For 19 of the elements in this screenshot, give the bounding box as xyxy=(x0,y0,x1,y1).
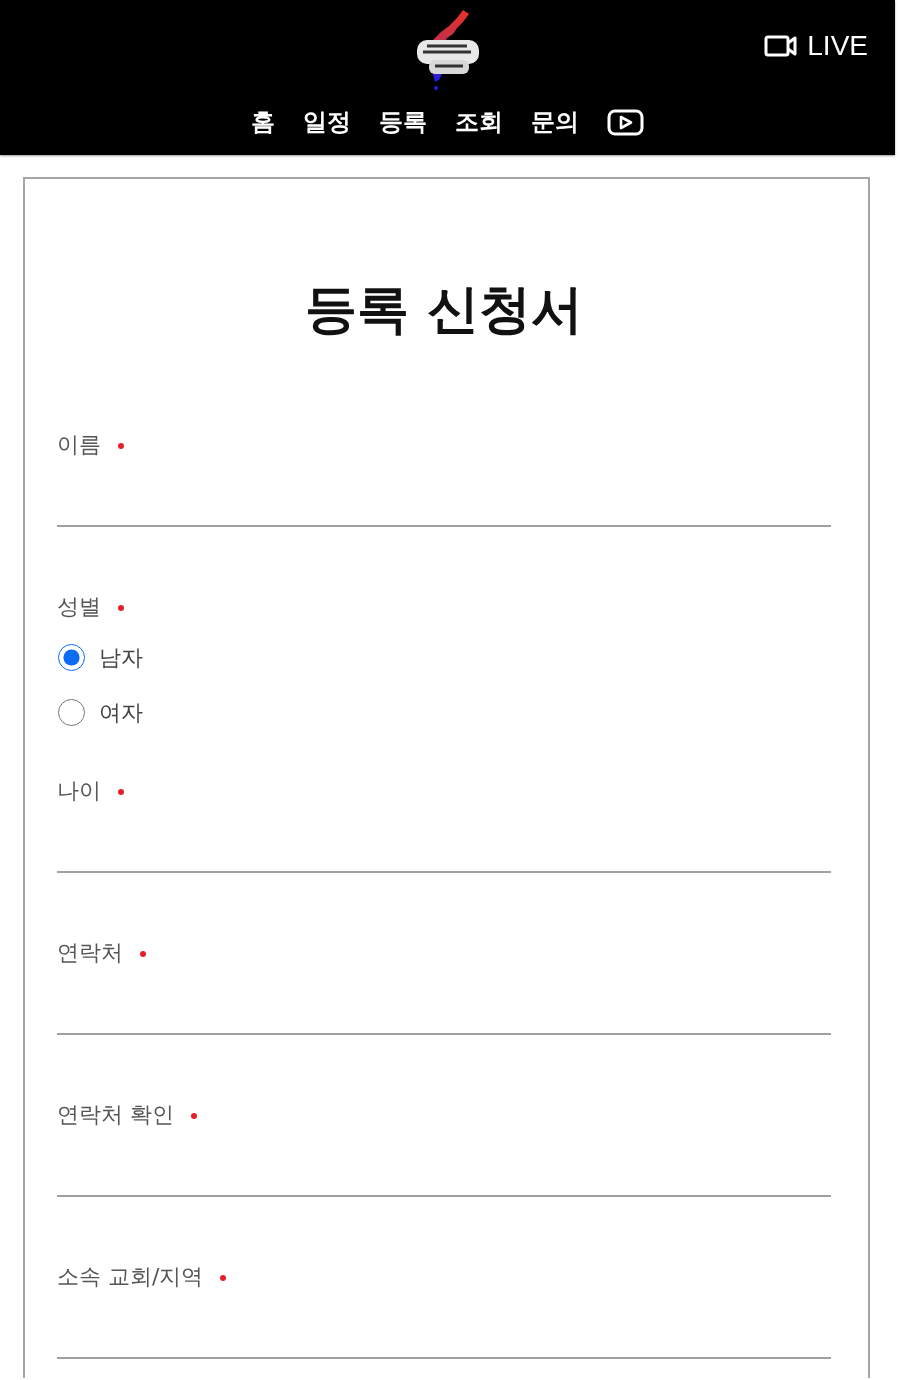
field-label: 소속 교회/지역 xyxy=(57,1263,204,1291)
nav-link[interactable]: 일정 xyxy=(303,107,351,137)
live-link[interactable]: LIVE xyxy=(764,31,868,61)
nav-link[interactable]: 등록 xyxy=(379,107,427,137)
nav-link[interactable]: 조회 xyxy=(455,107,503,137)
field-label: 나이 xyxy=(57,777,101,805)
nav-link[interactable]: 홈 xyxy=(251,107,275,137)
nav-link[interactable]: 문의 xyxy=(531,107,579,137)
field-label: 연락처 xyxy=(57,939,123,967)
field-label: 이름 xyxy=(57,431,101,459)
play-button-icon[interactable] xyxy=(607,108,644,136)
radio-button[interactable] xyxy=(58,699,85,726)
field-label: 연락처 확인 xyxy=(57,1101,174,1129)
form-title: 등록 신청서 xyxy=(303,278,585,340)
field-label: 성별 xyxy=(57,593,101,621)
radio-button[interactable] xyxy=(58,644,85,671)
video-camera-icon xyxy=(764,34,799,58)
radio-label: 여자 xyxy=(99,698,143,727)
radio-label: 남자 xyxy=(99,643,143,672)
